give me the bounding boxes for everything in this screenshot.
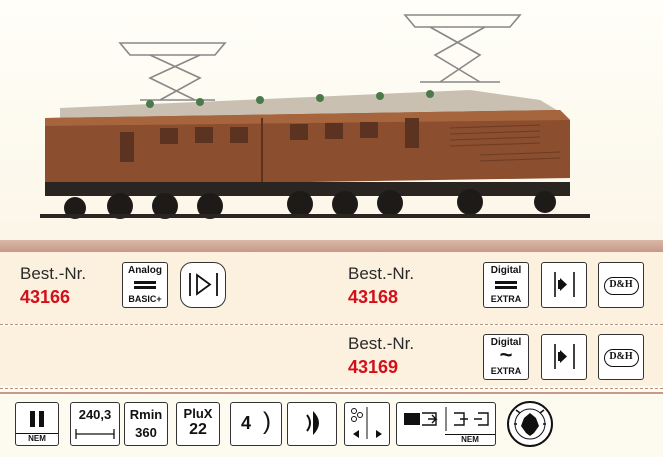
dh-logo-icon: D&H	[598, 262, 644, 308]
min-radius-icon: Rmin 360	[124, 402, 168, 446]
taillight-icon	[287, 402, 337, 446]
speaker-icon	[541, 262, 587, 308]
order-number: 43169	[348, 357, 399, 377]
product-photo	[0, 0, 663, 240]
order-number: 43166	[20, 287, 71, 307]
plux22-icon: PluX 22	[176, 402, 220, 446]
digital-extra-icon: Digital EXTRA	[483, 262, 529, 308]
pantograph-left	[118, 42, 227, 101]
header-band	[0, 240, 663, 252]
digital-ac-extra-icon: Digital ~ EXTRA	[483, 334, 529, 380]
locomotive-illustration	[40, 14, 590, 219]
length-icon: 240,3	[70, 402, 120, 446]
specs-divider	[0, 392, 663, 394]
sound-speaker-icon	[180, 262, 226, 308]
pantograph-right	[403, 14, 522, 83]
headlight-icon: 4 )	[230, 402, 282, 446]
analog-basic-plus-icon: Analog BASIC+	[122, 262, 168, 308]
coupling-nem-icon: NEM	[396, 402, 496, 446]
dh-logo-icon: D&H	[598, 334, 644, 380]
order-label: Best.-Nr.	[20, 264, 87, 283]
row-divider	[0, 324, 663, 325]
order-label: Best.-Nr.	[348, 264, 415, 283]
order-number: 43168	[348, 287, 399, 307]
deutsche-reichsbahn-emblem-icon	[506, 400, 554, 448]
speaker-icon	[541, 334, 587, 380]
direction-lights-icon	[344, 402, 390, 446]
gauge-h0-nem-icon: NEM	[15, 402, 59, 446]
order-label: Best.-Nr.	[348, 334, 415, 353]
row-divider	[0, 388, 663, 389]
